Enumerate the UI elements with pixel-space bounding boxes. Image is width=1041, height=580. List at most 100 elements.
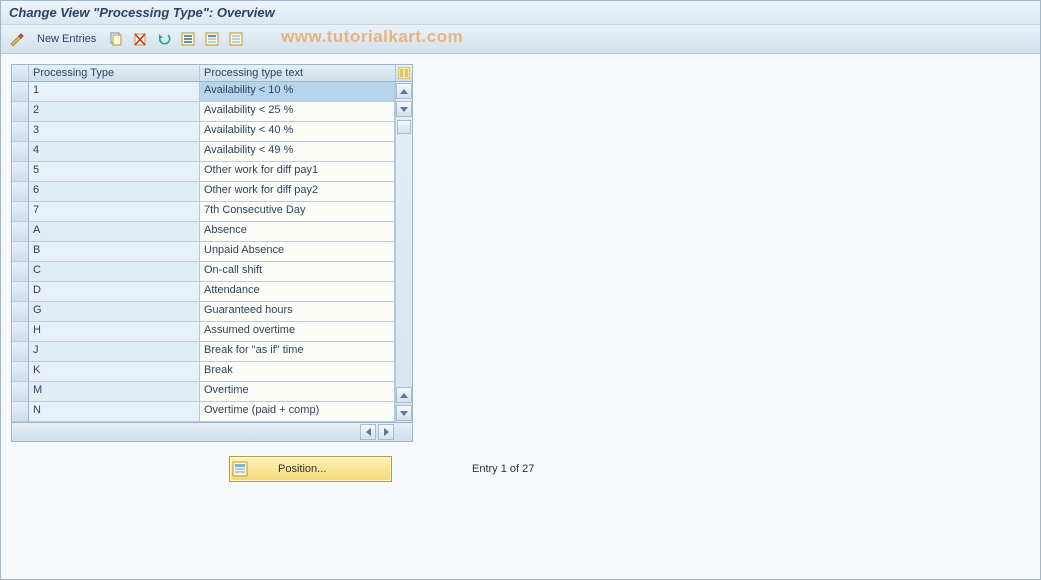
table-row[interactable]: 3Availability < 40 %	[12, 122, 395, 142]
cell-type[interactable]: N	[29, 402, 200, 421]
deselect-all-icon[interactable]	[226, 29, 246, 49]
table-row[interactable]: HAssumed overtime	[12, 322, 395, 342]
table-row[interactable]: COn-call shift	[12, 262, 395, 282]
table-row[interactable]: BUnpaid Absence	[12, 242, 395, 262]
scroll-up-button[interactable]	[396, 83, 412, 99]
grid-body: 1Availability < 10 %2Availability < 25 %…	[12, 82, 412, 422]
scroll-right-button[interactable]	[378, 424, 394, 440]
table-row[interactable]: AAbsence	[12, 222, 395, 242]
row-selector[interactable]	[12, 402, 29, 421]
page-title: Change View "Processing Type": Overview	[1, 1, 1040, 25]
row-selector[interactable]	[12, 222, 29, 241]
cell-text[interactable]: Availability < 25 %	[200, 102, 395, 121]
undo-change-icon[interactable]	[154, 29, 174, 49]
position-icon	[232, 461, 248, 477]
cell-text[interactable]: Other work for diff pay2	[200, 182, 395, 201]
column-header-text[interactable]: Processing type text	[200, 65, 396, 81]
table-row[interactable]: 77th Consecutive Day	[12, 202, 395, 222]
cell-text[interactable]: Availability < 49 %	[200, 142, 395, 161]
scroll-down-button[interactable]	[396, 101, 412, 117]
cell-text[interactable]: Guaranteed hours	[200, 302, 395, 321]
cell-text[interactable]: Absence	[200, 222, 395, 241]
cell-type[interactable]: 5	[29, 162, 200, 181]
cell-type[interactable]: 2	[29, 102, 200, 121]
row-selector[interactable]	[12, 82, 29, 101]
row-selector[interactable]	[12, 202, 29, 221]
cell-text[interactable]: Availability < 10 %	[200, 82, 395, 101]
table-row[interactable]: NOvertime (paid + comp)	[12, 402, 395, 422]
row-selector-header[interactable]	[12, 65, 29, 81]
cell-text[interactable]: On-call shift	[200, 262, 395, 281]
cell-type[interactable]: 7	[29, 202, 200, 221]
cell-text[interactable]: Assumed overtime	[200, 322, 395, 341]
cell-text[interactable]: Availability < 40 %	[200, 122, 395, 141]
row-selector[interactable]	[12, 302, 29, 321]
toolbar: New Entries www.tutorialkart.com	[1, 25, 1040, 54]
cell-text[interactable]: Break	[200, 362, 395, 381]
cell-text[interactable]: Overtime	[200, 382, 395, 401]
app-window: Change View "Processing Type": Overview …	[0, 0, 1041, 580]
table-row[interactable]: 2Availability < 25 %	[12, 102, 395, 122]
row-selector[interactable]	[12, 242, 29, 261]
row-selector[interactable]	[12, 262, 29, 281]
position-button-label: Position...	[278, 463, 326, 475]
cell-text[interactable]: Attendance	[200, 282, 395, 301]
table-row[interactable]: DAttendance	[12, 282, 395, 302]
select-all-icon[interactable]	[178, 29, 198, 49]
table-row[interactable]: JBreak for "as if" time	[12, 342, 395, 362]
row-selector[interactable]	[12, 362, 29, 381]
cell-type[interactable]: 1	[29, 82, 200, 101]
new-entries-button[interactable]: New Entries	[31, 29, 102, 49]
cell-type[interactable]: 4	[29, 142, 200, 161]
cell-type[interactable]: K	[29, 362, 200, 381]
select-block-icon[interactable]	[202, 29, 222, 49]
cell-text[interactable]: Unpaid Absence	[200, 242, 395, 261]
row-selector[interactable]	[12, 182, 29, 201]
grid-header: Processing Type Processing type text	[12, 65, 412, 82]
row-selector[interactable]	[12, 322, 29, 341]
row-selector[interactable]	[12, 382, 29, 401]
row-selector[interactable]	[12, 162, 29, 181]
toggle-display-change-icon[interactable]	[7, 29, 27, 49]
cell-text[interactable]: 7th Consecutive Day	[200, 202, 395, 221]
row-selector[interactable]	[12, 142, 29, 161]
cell-type[interactable]: H	[29, 322, 200, 341]
cell-type[interactable]: G	[29, 302, 200, 321]
row-selector[interactable]	[12, 342, 29, 361]
delete-icon[interactable]	[130, 29, 150, 49]
grid-rows: 1Availability < 10 %2Availability < 25 %…	[12, 82, 395, 422]
cell-type[interactable]: J	[29, 342, 200, 361]
table-row[interactable]: 1Availability < 10 %	[12, 82, 395, 102]
watermark-text: www.tutorialkart.com	[281, 27, 463, 47]
scroll-thumb[interactable]	[397, 120, 411, 134]
table-row[interactable]: GGuaranteed hours	[12, 302, 395, 322]
cell-type[interactable]: D	[29, 282, 200, 301]
vertical-scrollbar[interactable]	[395, 82, 412, 422]
cell-text[interactable]: Break for "as if" time	[200, 342, 395, 361]
cell-type[interactable]: A	[29, 222, 200, 241]
row-selector[interactable]	[12, 122, 29, 141]
column-header-type[interactable]: Processing Type	[29, 65, 200, 81]
copy-as-icon[interactable]	[106, 29, 126, 49]
configure-columns-icon[interactable]	[396, 65, 412, 81]
table-row[interactable]: MOvertime	[12, 382, 395, 402]
table-row[interactable]: 5Other work for diff pay1	[12, 162, 395, 182]
cell-type[interactable]: 6	[29, 182, 200, 201]
cell-text[interactable]: Other work for diff pay1	[200, 162, 395, 181]
cell-type[interactable]: B	[29, 242, 200, 261]
cell-type[interactable]: 3	[29, 122, 200, 141]
row-selector[interactable]	[12, 282, 29, 301]
cell-type[interactable]: M	[29, 382, 200, 401]
scroll-page-down-button[interactable]	[396, 405, 412, 421]
grid-footer	[12, 422, 412, 441]
entry-counter: Entry 1 of 27	[472, 463, 534, 475]
cell-type[interactable]: C	[29, 262, 200, 281]
row-selector[interactable]	[12, 102, 29, 121]
table-row[interactable]: 6Other work for diff pay2	[12, 182, 395, 202]
cell-text[interactable]: Overtime (paid + comp)	[200, 402, 395, 421]
scroll-page-up-button[interactable]	[396, 387, 412, 403]
table-row[interactable]: 4Availability < 49 %	[12, 142, 395, 162]
position-button[interactable]: Position...	[229, 456, 392, 482]
table-row[interactable]: KBreak	[12, 362, 395, 382]
scroll-left-button[interactable]	[360, 424, 376, 440]
